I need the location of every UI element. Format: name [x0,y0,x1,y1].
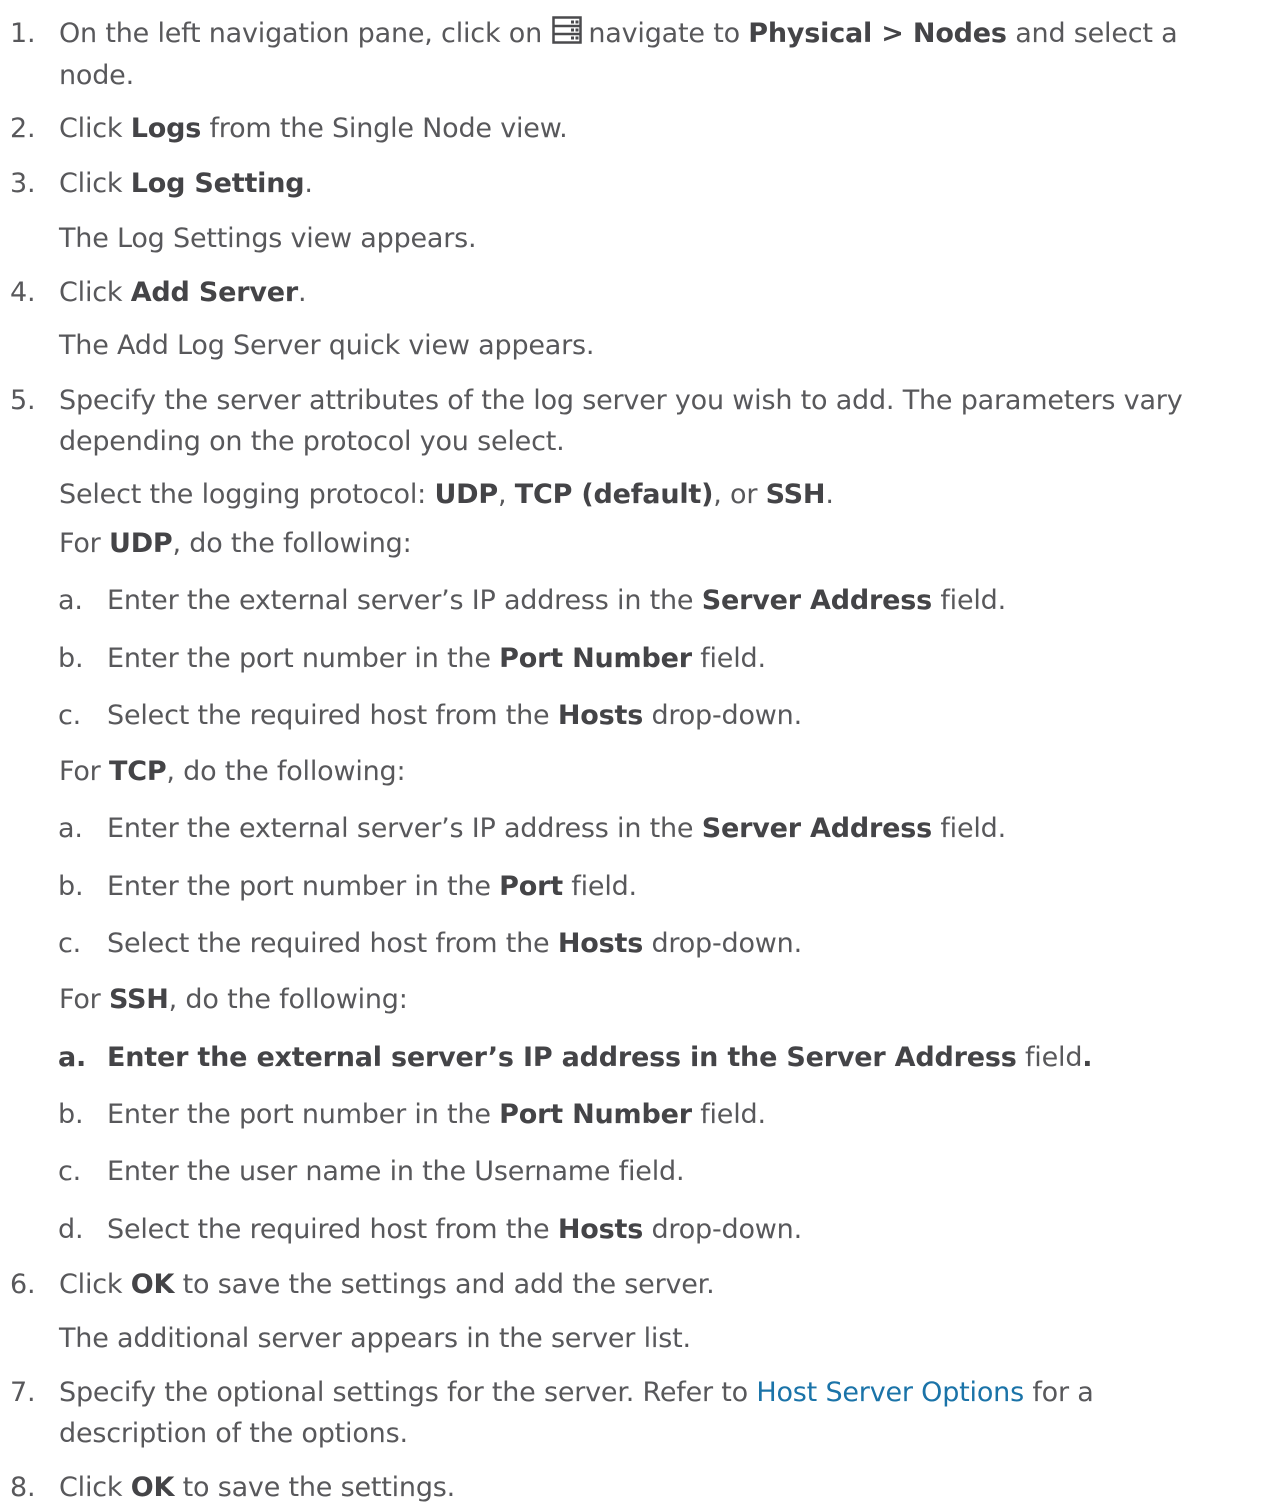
step-text-continued: depending on the protocol you select. [59,426,565,457]
step-text: Click [59,277,123,308]
host-server-options-link[interactable]: Host Server Options [756,1377,1024,1408]
text: field. [700,1099,766,1130]
step-number: 2. [10,113,36,144]
step-result: The Log Settings view appears. [59,223,477,254]
substep-letter: a. [58,813,83,844]
ui-term: Hosts [557,1214,644,1245]
substep-letter: b. [58,871,84,902]
ssh-heading: For SSH, do the following: [59,982,408,1018]
text: drop-down. [651,928,802,959]
step-number: 1. [10,18,36,49]
ui-term: SSH [765,479,826,510]
ui-term: TCP (default) [514,479,714,510]
step-text: Click [59,113,123,144]
ui-term: OK [130,1472,175,1503]
ui-term: Port Number [499,1099,692,1130]
step-text: to save the settings and add the server. [182,1269,715,1300]
substep-letter: c. [58,700,82,731]
step-text-continued: node. [59,60,134,91]
step-text: to save the settings. [182,1472,456,1503]
step-text: from the Single Node view. [209,113,568,144]
step-text: navigate to [588,18,740,49]
ui-term: Server Address [701,585,932,616]
text: . [1082,1042,1093,1073]
text: , do the following: [172,528,412,559]
text: Select the logging protocol: [59,479,427,510]
step-text: and select a [1015,18,1178,49]
substep-letter: b. [58,643,84,674]
step-text: Click [59,168,123,199]
text: , [497,479,507,510]
substep-letter: d. [58,1214,84,1245]
text: field. [940,813,1006,844]
text: Enter the external server’s IP address i… [107,813,694,844]
text: field. [940,585,1006,616]
ui-term: Port [499,871,563,902]
step-text: Specify the optional settings for the se… [59,1377,748,1408]
step-result: The Add Log Server quick view appears. [59,330,595,361]
text: For [59,984,101,1015]
text: Enter the port number in the [107,643,491,674]
text: Enter the user name in the Username fiel… [107,1156,685,1187]
text: Enter the port number in the [107,871,491,902]
substep-letter: a. [58,1042,87,1073]
ui-term: Hosts [557,928,644,959]
text: Select the required host from the [107,928,550,959]
substep-letter: b. [58,1099,84,1130]
step-text: . [304,168,313,199]
substep-letter: c. [58,928,82,959]
text: field [1025,1042,1083,1073]
text: drop-down. [651,1214,802,1245]
step-text: . [298,277,307,308]
ui-term: Hosts [557,700,644,731]
ui-term: Port Number [499,643,692,674]
text: drop-down. [651,700,802,731]
ui-term: Physical > Nodes [748,18,1007,49]
step-number: 4. [10,277,36,308]
ui-term: UDP [108,528,173,559]
text: . [825,479,834,510]
step-number: 3. [10,168,36,199]
step-text: Click [59,1269,123,1300]
ui-term: OK [130,1269,175,1300]
step-number: 5. [10,385,36,416]
ui-term: Enter the external server’s IP address i… [107,1042,1017,1073]
text: For [59,528,101,559]
step-text-continued: description of the options. [59,1418,408,1449]
protocol-select-text: Select the logging protocol: UDP, TCP (d… [59,477,834,513]
ui-term: Add Server [130,277,298,308]
step-text: for a [1032,1377,1094,1408]
text: Select the required host from the [107,1214,550,1245]
text: Select the required host from the [107,700,550,731]
ui-term: TCP [108,756,167,787]
nodes-list-icon [552,16,583,54]
text: Enter the port number in the [107,1099,491,1130]
ui-term: Logs [130,113,202,144]
ui-term: UDP [434,479,498,510]
step-result: The additional server appears in the ser… [59,1323,691,1354]
substep-letter: a. [58,585,83,616]
ui-term: Log Setting [130,168,305,199]
text: For [59,756,101,787]
step-text: Specify the server attributes of the log… [59,385,1183,416]
tcp-heading: For TCP, do the following: [59,754,406,790]
udp-heading: For UDP, do the following: [59,526,412,562]
step-number: 6. [10,1269,36,1300]
text: Enter the external server’s IP address i… [107,585,694,616]
substep-letter: c. [58,1156,82,1187]
step-number: 8. [10,1472,36,1503]
text: field. [700,643,766,674]
text: , or [713,479,758,510]
ui-term: SSH [108,984,169,1015]
text: , do the following: [166,756,406,787]
text: , do the following: [168,984,408,1015]
step-number: 7. [10,1377,36,1408]
step-text: On the left navigation pane, click on [59,18,542,49]
ui-term: Server Address [701,813,932,844]
step-text: Click [59,1472,123,1503]
text: field. [571,871,637,902]
